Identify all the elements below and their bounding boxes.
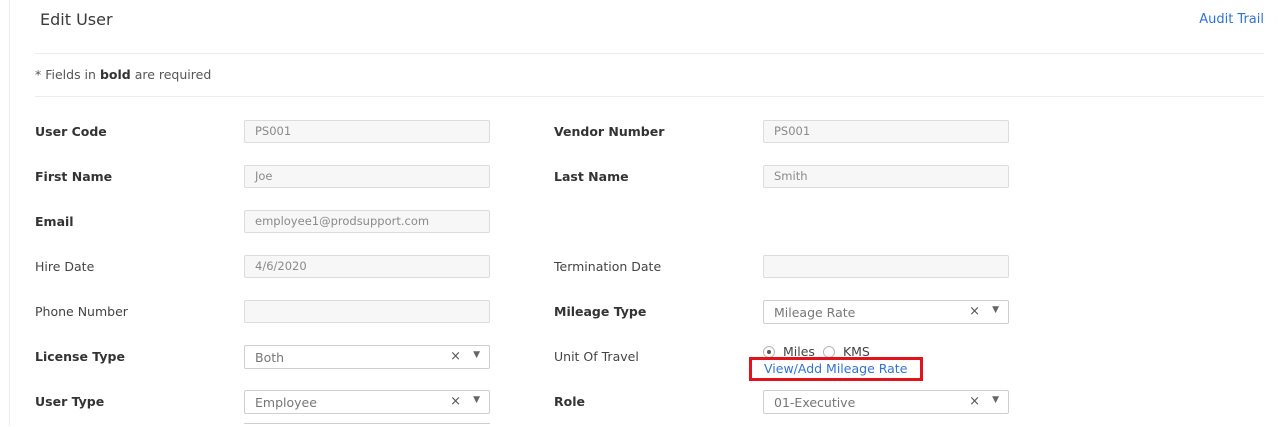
next-field-edge (244, 423, 490, 427)
chevron-down-icon[interactable]: ▼ (992, 395, 999, 405)
termination-date-label: Termination Date (554, 259, 662, 274)
clear-icon[interactable]: × (450, 349, 461, 364)
phone-number-label: Phone Number (35, 304, 128, 319)
termination-date-input[interactable] (763, 255, 1009, 278)
mileage-type-value: Mileage Rate (774, 305, 856, 320)
user-type-select[interactable]: Employee × ▼ (244, 390, 490, 414)
chevron-down-icon[interactable]: ▼ (992, 305, 999, 315)
last-name-input[interactable]: Smith (763, 165, 1009, 188)
license-type-label: License Type (35, 349, 125, 364)
miles-radio[interactable] (763, 345, 775, 358)
role-value: 01-Executive (774, 395, 856, 410)
vendor-number-label: Vendor Number (554, 124, 665, 139)
kms-radio[interactable] (822, 345, 835, 358)
user-type-label: User Type (35, 394, 105, 409)
user-type-value: Employee (255, 395, 317, 410)
first-name-label: First Name (35, 169, 113, 184)
last-name-label: Last Name (554, 169, 629, 184)
note-divider (35, 96, 1264, 97)
required-note: * Fields in bold are required (35, 67, 212, 82)
mileage-type-label: Mileage Type (554, 304, 647, 319)
highlight-box (749, 357, 923, 381)
clear-icon[interactable]: × (969, 394, 980, 409)
phone-number-input[interactable] (244, 300, 490, 323)
user-code-input[interactable]: PS001 (244, 120, 490, 143)
vendor-number-input[interactable]: PS001 (763, 120, 1009, 143)
left-border (9, 0, 10, 426)
user-code-label: User Code (35, 124, 107, 139)
hire-date-label: Hire Date (35, 259, 95, 274)
chevron-down-icon[interactable]: ▼ (473, 395, 480, 405)
unit-of-travel-label: Unit Of Travel (554, 349, 639, 364)
audit-trail-link[interactable]: Audit Trail (1199, 12, 1264, 27)
email-input[interactable]: employee1@prodsupport.com (244, 210, 490, 233)
first-name-input[interactable]: Joe (244, 165, 490, 188)
license-type-select[interactable]: Both × ▼ (244, 345, 490, 369)
chevron-down-icon[interactable]: ▼ (473, 350, 480, 360)
license-type-value: Both (255, 350, 285, 365)
page-title: Edit User (40, 10, 113, 29)
required-note-bold: bold (99, 67, 131, 82)
mileage-type-select[interactable]: Mileage Rate × ▼ (763, 300, 1009, 324)
header-divider (35, 53, 1264, 54)
role-label: Role (554, 394, 585, 409)
role-select[interactable]: 01-Executive × ▼ (763, 390, 1009, 414)
clear-icon[interactable]: × (450, 394, 461, 409)
hire-date-input[interactable]: 4/6/2020 (244, 255, 490, 278)
email-label: Email (35, 214, 74, 229)
clear-icon[interactable]: × (969, 304, 980, 319)
